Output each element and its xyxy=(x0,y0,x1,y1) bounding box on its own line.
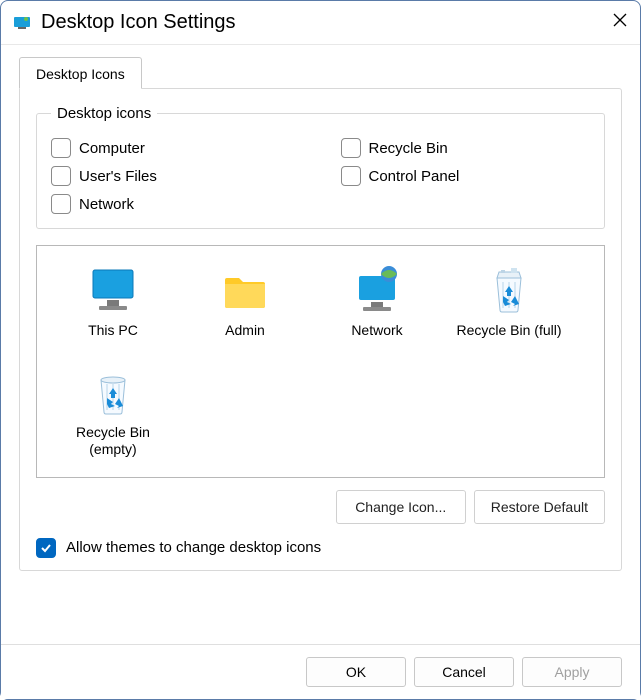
icon-label: Network xyxy=(351,322,402,340)
desktop-icons-group: Desktop icons Computer Recycle Bin User'… xyxy=(36,105,605,229)
close-button[interactable] xyxy=(612,12,628,33)
network-icon xyxy=(351,264,403,316)
app-icon xyxy=(13,14,31,32)
icon-label: Admin xyxy=(225,322,265,340)
tab-panel: Desktop icons Computer Recycle Bin User'… xyxy=(19,88,622,571)
checkbox-box-icon xyxy=(36,538,56,558)
recycle-bin-empty-icon xyxy=(87,366,139,418)
cancel-button[interactable]: Cancel xyxy=(414,657,514,687)
allow-themes-checkbox[interactable]: Allow themes to change desktop icons xyxy=(36,538,605,558)
icon-item-network[interactable]: Network xyxy=(311,258,443,346)
tab-desktop-icons[interactable]: Desktop Icons xyxy=(19,57,142,89)
title-bar: Desktop Icon Settings xyxy=(1,1,640,45)
checkbox-box-icon xyxy=(341,166,361,186)
content-area: Desktop Icons Desktop icons Computer Rec… xyxy=(1,45,640,571)
checkbox-computer[interactable]: Computer xyxy=(51,138,301,158)
checkbox-control-panel[interactable]: Control Panel xyxy=(341,166,591,186)
icon-label: Recycle Bin (full) xyxy=(456,322,561,340)
apply-button[interactable]: Apply xyxy=(522,657,622,687)
checkbox-users-files[interactable]: User's Files xyxy=(51,166,301,186)
dialog-footer: OK Cancel Apply xyxy=(1,644,640,699)
change-icon-button[interactable]: Change Icon... xyxy=(336,490,466,524)
icon-item-recycle-bin-full[interactable]: Recycle Bin (full) xyxy=(443,258,575,346)
tab-strip: Desktop Icons xyxy=(19,57,622,89)
checkbox-box-icon xyxy=(51,166,71,186)
folder-icon xyxy=(219,264,271,316)
icon-label: This PC xyxy=(88,322,138,340)
checkbox-label: Computer xyxy=(79,140,145,157)
ok-button[interactable]: OK xyxy=(306,657,406,687)
icon-item-this-pc[interactable]: This PC xyxy=(47,258,179,346)
checkbox-box-icon xyxy=(341,138,361,158)
checkbox-grid: Computer Recycle Bin User's Files Contro… xyxy=(51,138,590,214)
recycle-bin-full-icon xyxy=(483,264,535,316)
checkbox-box-icon xyxy=(51,194,71,214)
icon-label: Recycle Bin (empty) xyxy=(51,424,175,459)
checkbox-label: Control Panel xyxy=(369,168,460,185)
icon-list: This PC Admin Network xyxy=(36,245,605,478)
checkbox-label: Allow themes to change desktop icons xyxy=(66,539,321,556)
checkbox-recycle-bin[interactable]: Recycle Bin xyxy=(341,138,591,158)
checkbox-label: User's Files xyxy=(79,168,157,185)
window-title: Desktop Icon Settings xyxy=(41,11,236,34)
restore-default-button[interactable]: Restore Default xyxy=(474,490,605,524)
icon-item-admin[interactable]: Admin xyxy=(179,258,311,346)
this-pc-icon xyxy=(87,264,139,316)
checkbox-box-icon xyxy=(51,138,71,158)
checkbox-label: Recycle Bin xyxy=(369,140,448,157)
icon-item-recycle-bin-empty[interactable]: Recycle Bin (empty) xyxy=(47,360,179,465)
checkbox-label: Network xyxy=(79,196,134,213)
checkbox-network[interactable]: Network xyxy=(51,194,301,214)
group-legend: Desktop icons xyxy=(51,105,157,122)
